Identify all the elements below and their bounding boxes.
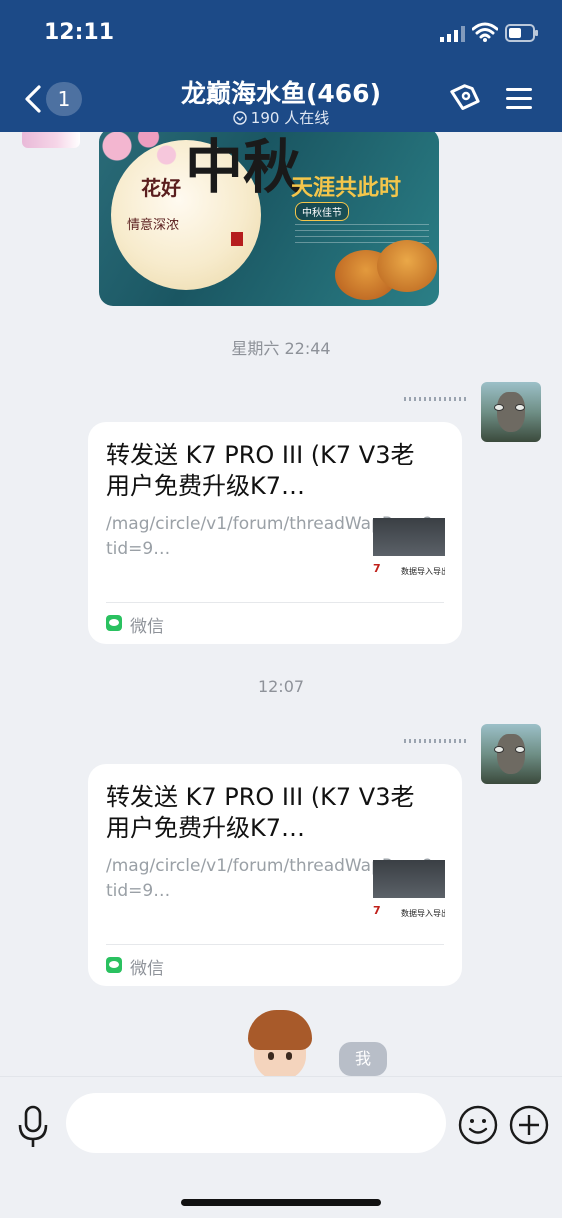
message-input[interactable]: [66, 1093, 446, 1153]
link-card-source: 微信: [130, 617, 164, 637]
menu-icon[interactable]: [504, 86, 534, 112]
emoji-icon[interactable]: [458, 1105, 498, 1145]
input-bar: [0, 1076, 562, 1218]
wifi-icon: [472, 22, 498, 42]
link-card-url: /mag/circle/v1/forum/threadWapPage?tid=9…: [106, 514, 433, 559]
my-avatar[interactable]: [481, 382, 541, 442]
chat-message-list[interactable]: 中秋 花好 情意深浓 天涯共此时 中秋佳节 星期六 22:44 转发送 K7 P…: [0, 132, 562, 1076]
link-card-thumbnail: 7 数据导入导出: [373, 860, 445, 924]
online-count-text: 190 人在线: [250, 109, 330, 127]
battery-icon: [505, 24, 538, 42]
sending-indicator: [404, 739, 466, 743]
thumb-brand: 7: [373, 562, 381, 575]
signal-icon: [440, 26, 465, 42]
link-card-source: 微信: [130, 959, 164, 979]
banner-seal: [231, 232, 243, 246]
message-timestamp: 12:07: [257, 677, 305, 696]
thumb-caption: 数据导入导出: [401, 567, 445, 576]
card-divider: [106, 944, 444, 945]
link-card-url: /mag/circle/v1/forum/threadWapPage?tid=9…: [106, 856, 433, 901]
microphone-icon[interactable]: [16, 1105, 50, 1149]
wechat-icon: [106, 615, 122, 631]
thumb-caption: 数据导入导出: [401, 909, 445, 918]
mooncake: [377, 240, 437, 292]
card-divider: [106, 602, 444, 603]
wechat-icon: [106, 957, 122, 973]
banner-big-text: 中秋: [185, 133, 302, 201]
link-card-title: 转发送 K7 PRO III (K7 V3老用户免费升级K7…: [106, 441, 415, 500]
link-card-title: 转发送 K7 PRO III (K7 V3老用户免费升级K7…: [106, 783, 415, 842]
status-bar: 12:11: [0, 0, 562, 66]
status-time: 12:11: [44, 20, 115, 45]
link-card-thumbnail: 7 数据导入导出: [373, 518, 445, 582]
cartoon-avatar[interactable]: [244, 1008, 316, 1076]
sending-indicator: [404, 397, 466, 401]
banner-flower-text: 花好: [141, 176, 181, 200]
banner-headline: 天涯共此时: [291, 175, 402, 201]
banner-sub-text: 情意深浓: [127, 218, 180, 233]
image-message[interactable]: 中秋 花好 情意深浓 天涯共此时 中秋佳节: [99, 132, 439, 306]
chat-header: 12:11 1 龙巅海水鱼(466) 190 人在线: [0, 0, 562, 132]
chevron-circle-icon: [233, 111, 247, 125]
link-card-message[interactable]: 转发送 K7 PRO III (K7 V3老用户免费升级K7… /mag/cir…: [88, 422, 462, 644]
tag-icon[interactable]: [444, 82, 482, 116]
message-timestamp: 星期六 22:44: [231, 339, 331, 358]
home-indicator[interactable]: [181, 1199, 381, 1206]
me-label-bubble: 我: [339, 1042, 387, 1076]
banner-badge: 中秋佳节: [295, 202, 349, 221]
link-card-message[interactable]: 转发送 K7 PRO III (K7 V3老用户免费升级K7… /mag/cir…: [88, 764, 462, 986]
plus-icon[interactable]: [509, 1105, 549, 1145]
sender-avatar[interactable]: [22, 132, 80, 148]
thumb-brand: 7: [373, 904, 381, 917]
my-avatar[interactable]: [481, 724, 541, 784]
